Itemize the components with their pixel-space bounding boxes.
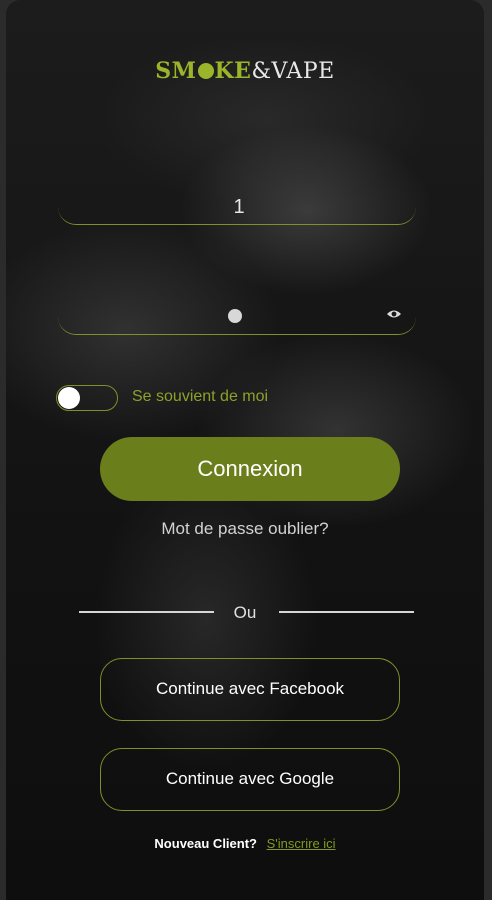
new-client-text: Nouveau Client? (154, 836, 257, 851)
password-mask-dot (228, 309, 242, 323)
logo-text-part4: VAPE (271, 59, 335, 84)
app-logo: SM KE&VAPE (6, 58, 484, 84)
forgot-password-link[interactable]: Mot de passe oublier? (6, 519, 484, 539)
username-field-wrapper (58, 190, 420, 225)
remember-me-label: Se souvient de moi (132, 388, 269, 405)
logo-ampersand: & (251, 59, 272, 84)
eye-icon[interactable] (386, 308, 402, 320)
username-input[interactable] (58, 190, 420, 224)
signup-row: Nouveau Client? S'inscrire ici (6, 836, 484, 851)
facebook-login-button[interactable]: Continue avec Facebook (100, 658, 400, 721)
logo-text-part1: SM (155, 58, 197, 84)
divider-right (279, 611, 414, 613)
login-screen: SM KE&VAPE Se souvient de moi Connexion M… (6, 0, 484, 900)
login-button[interactable]: Connexion (100, 437, 400, 501)
remember-me-toggle[interactable] (56, 385, 118, 411)
logo-o-mark (197, 63, 214, 79)
divider-label: Ou (233, 603, 257, 622)
signup-link[interactable]: S'inscrire ici (267, 836, 336, 851)
password-field-wrapper[interactable] (58, 300, 416, 335)
logo-text-part2: KE (214, 58, 252, 84)
google-login-button[interactable]: Continue avec Google (100, 748, 400, 811)
toggle-knob (58, 387, 80, 409)
